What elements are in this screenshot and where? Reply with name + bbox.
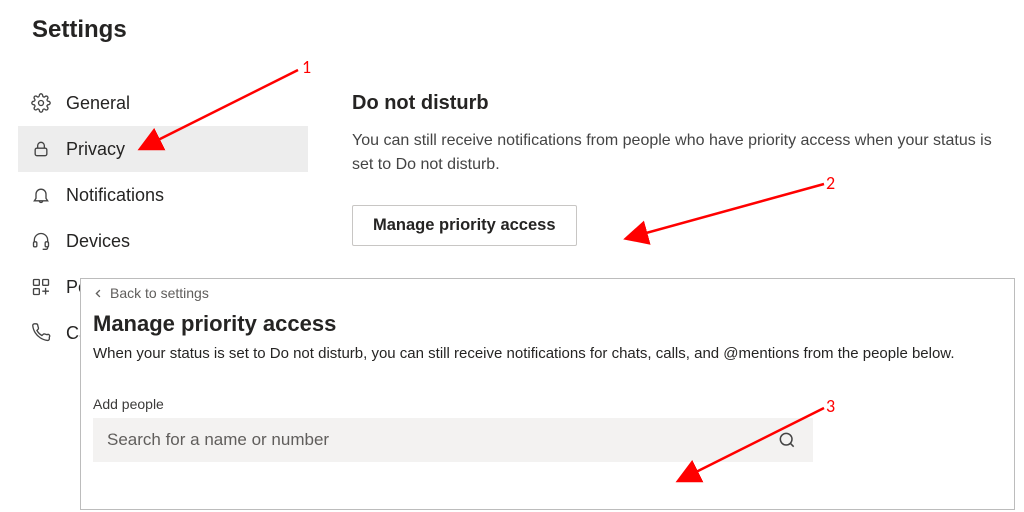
annotation-label-3: 3 — [826, 395, 835, 417]
headset-icon — [30, 230, 52, 252]
annotation-label-1: 1 — [302, 56, 311, 78]
sidebar-item-notifications[interactable]: Notifications — [18, 172, 308, 218]
sidebar-item-label: General — [66, 93, 130, 114]
sidebar-item-general[interactable]: General — [18, 80, 308, 126]
page-title: Settings — [32, 16, 127, 44]
sidebar-item-label: Privacy — [66, 139, 125, 160]
add-people-search-input[interactable] — [105, 429, 773, 451]
dnd-description: You can still receive notifications from… — [352, 129, 992, 177]
back-link-label: Back to settings — [110, 285, 209, 301]
search-icon[interactable] — [773, 426, 801, 454]
add-people-search-row — [93, 418, 813, 462]
annotation-label-2: 2 — [826, 172, 835, 194]
gear-icon — [30, 92, 52, 114]
chevron-left-icon — [93, 288, 104, 299]
phone-icon — [30, 322, 52, 344]
lock-icon — [30, 138, 52, 160]
sidebar-item-devices[interactable]: Devices — [18, 218, 308, 264]
apps-icon — [30, 276, 52, 298]
add-people-label: Add people — [93, 396, 1004, 412]
panel-title: Manage priority access — [93, 311, 1004, 337]
sidebar-item-label: Devices — [66, 231, 130, 252]
bell-icon — [30, 184, 52, 206]
sidebar-item-label: Notifications — [66, 185, 164, 206]
manage-priority-access-panel: Back to settings Manage priority access … — [80, 278, 1015, 510]
back-to-settings-link[interactable]: Back to settings — [93, 285, 209, 301]
main-content: Do not disturb You can still receive not… — [352, 92, 992, 246]
sidebar-item-privacy[interactable]: Privacy — [18, 126, 308, 172]
manage-priority-access-button[interactable]: Manage priority access — [352, 205, 577, 246]
dnd-heading: Do not disturb — [352, 92, 992, 115]
panel-description: When your status is set to Do not distur… — [93, 343, 1002, 364]
